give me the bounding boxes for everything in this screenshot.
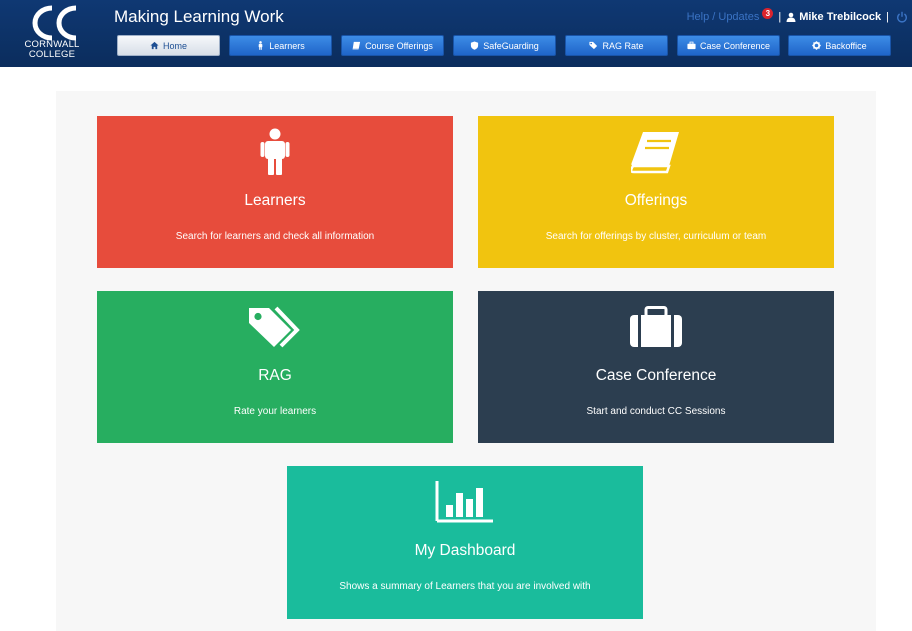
my-dashboard-tile[interactable]: My Dashboard Shows a summary of Learners… <box>287 466 643 619</box>
home-icon <box>150 41 159 50</box>
tile-title: RAG <box>258 367 292 384</box>
separator: | <box>778 11 782 23</box>
tags-icon <box>249 306 300 348</box>
nav-label: SafeGuarding <box>483 40 539 51</box>
tile-title: Case Conference <box>595 367 717 384</box>
user-menu[interactable]: Mike Trebilcock <box>786 11 881 23</box>
nav-learners-button[interactable]: Learners <box>229 35 332 56</box>
person-icon <box>260 128 290 175</box>
tile-description: Search for offerings by cluster, curricu… <box>545 231 767 242</box>
help-updates-link[interactable]: Help / Updates <box>687 11 760 23</box>
logo-wordmark: CORNWALL COLLEGE <box>22 40 82 60</box>
tile-title: My Dashboard <box>414 542 516 559</box>
nav-label: Course Offerings <box>365 40 433 51</box>
tile-title: Learners <box>244 192 306 209</box>
briefcase-icon <box>630 306 682 347</box>
tags-icon <box>589 41 598 50</box>
app-header: CORNWALL COLLEGE Making Learning Work He… <box>0 0 912 67</box>
gear-icon <box>812 41 822 50</box>
nav-course-offerings-button[interactable]: Course Offerings <box>341 35 444 56</box>
tile-description: Start and conduct CC Sessions <box>586 406 726 417</box>
briefcase-icon <box>687 41 696 50</box>
shield-icon <box>471 41 479 50</box>
nav-label: Learners <box>269 40 305 51</box>
nav-case-conference-button[interactable]: Case Conference <box>677 35 780 56</box>
nav-label: Case Conference <box>699 40 771 51</box>
person-icon <box>258 41 263 50</box>
nav-label: Home <box>162 40 187 51</box>
updates-badge: 3 <box>762 7 774 19</box>
user-name: Mike Trebilcock <box>799 11 882 23</box>
nav-rag-rate-button[interactable]: RAG Rate <box>565 35 668 56</box>
tile-description: Shows a summary of Learners that you are… <box>339 581 591 592</box>
logo-text-line-2: COLLEGE <box>28 49 76 60</box>
book-icon <box>631 132 679 174</box>
tile-description: Rate your learners <box>233 406 317 417</box>
app-title: Making Learning Work <box>114 7 284 26</box>
separator-2: | <box>886 11 889 23</box>
tile-title: Offerings <box>624 192 688 209</box>
nav-label: Backoffice <box>825 40 867 51</box>
nav-home-button[interactable]: Home <box>117 35 220 56</box>
power-icon[interactable] <box>896 11 908 23</box>
nav-backoffice-button[interactable]: Backoffice <box>788 35 891 56</box>
book-icon <box>352 41 361 50</box>
rag-tile[interactable]: RAG Rate your learners <box>97 291 453 443</box>
top-right-bar: Help / Updates 3 | Mike Trebilcock | <box>687 7 908 25</box>
offerings-tile[interactable]: Offerings Search for offerings by cluste… <box>478 116 834 268</box>
nav-label: RAG Rate <box>602 40 644 51</box>
nav-safeguarding-button[interactable]: SafeGuarding <box>453 35 556 56</box>
user-icon <box>786 12 796 22</box>
tile-description: Search for learners and check all inform… <box>175 231 375 242</box>
case-conference-tile[interactable]: Case Conference Start and conduct CC Ses… <box>478 291 834 443</box>
learners-tile[interactable]: Learners Search for learners and check a… <box>97 116 453 268</box>
bar-chart-icon <box>435 481 493 523</box>
